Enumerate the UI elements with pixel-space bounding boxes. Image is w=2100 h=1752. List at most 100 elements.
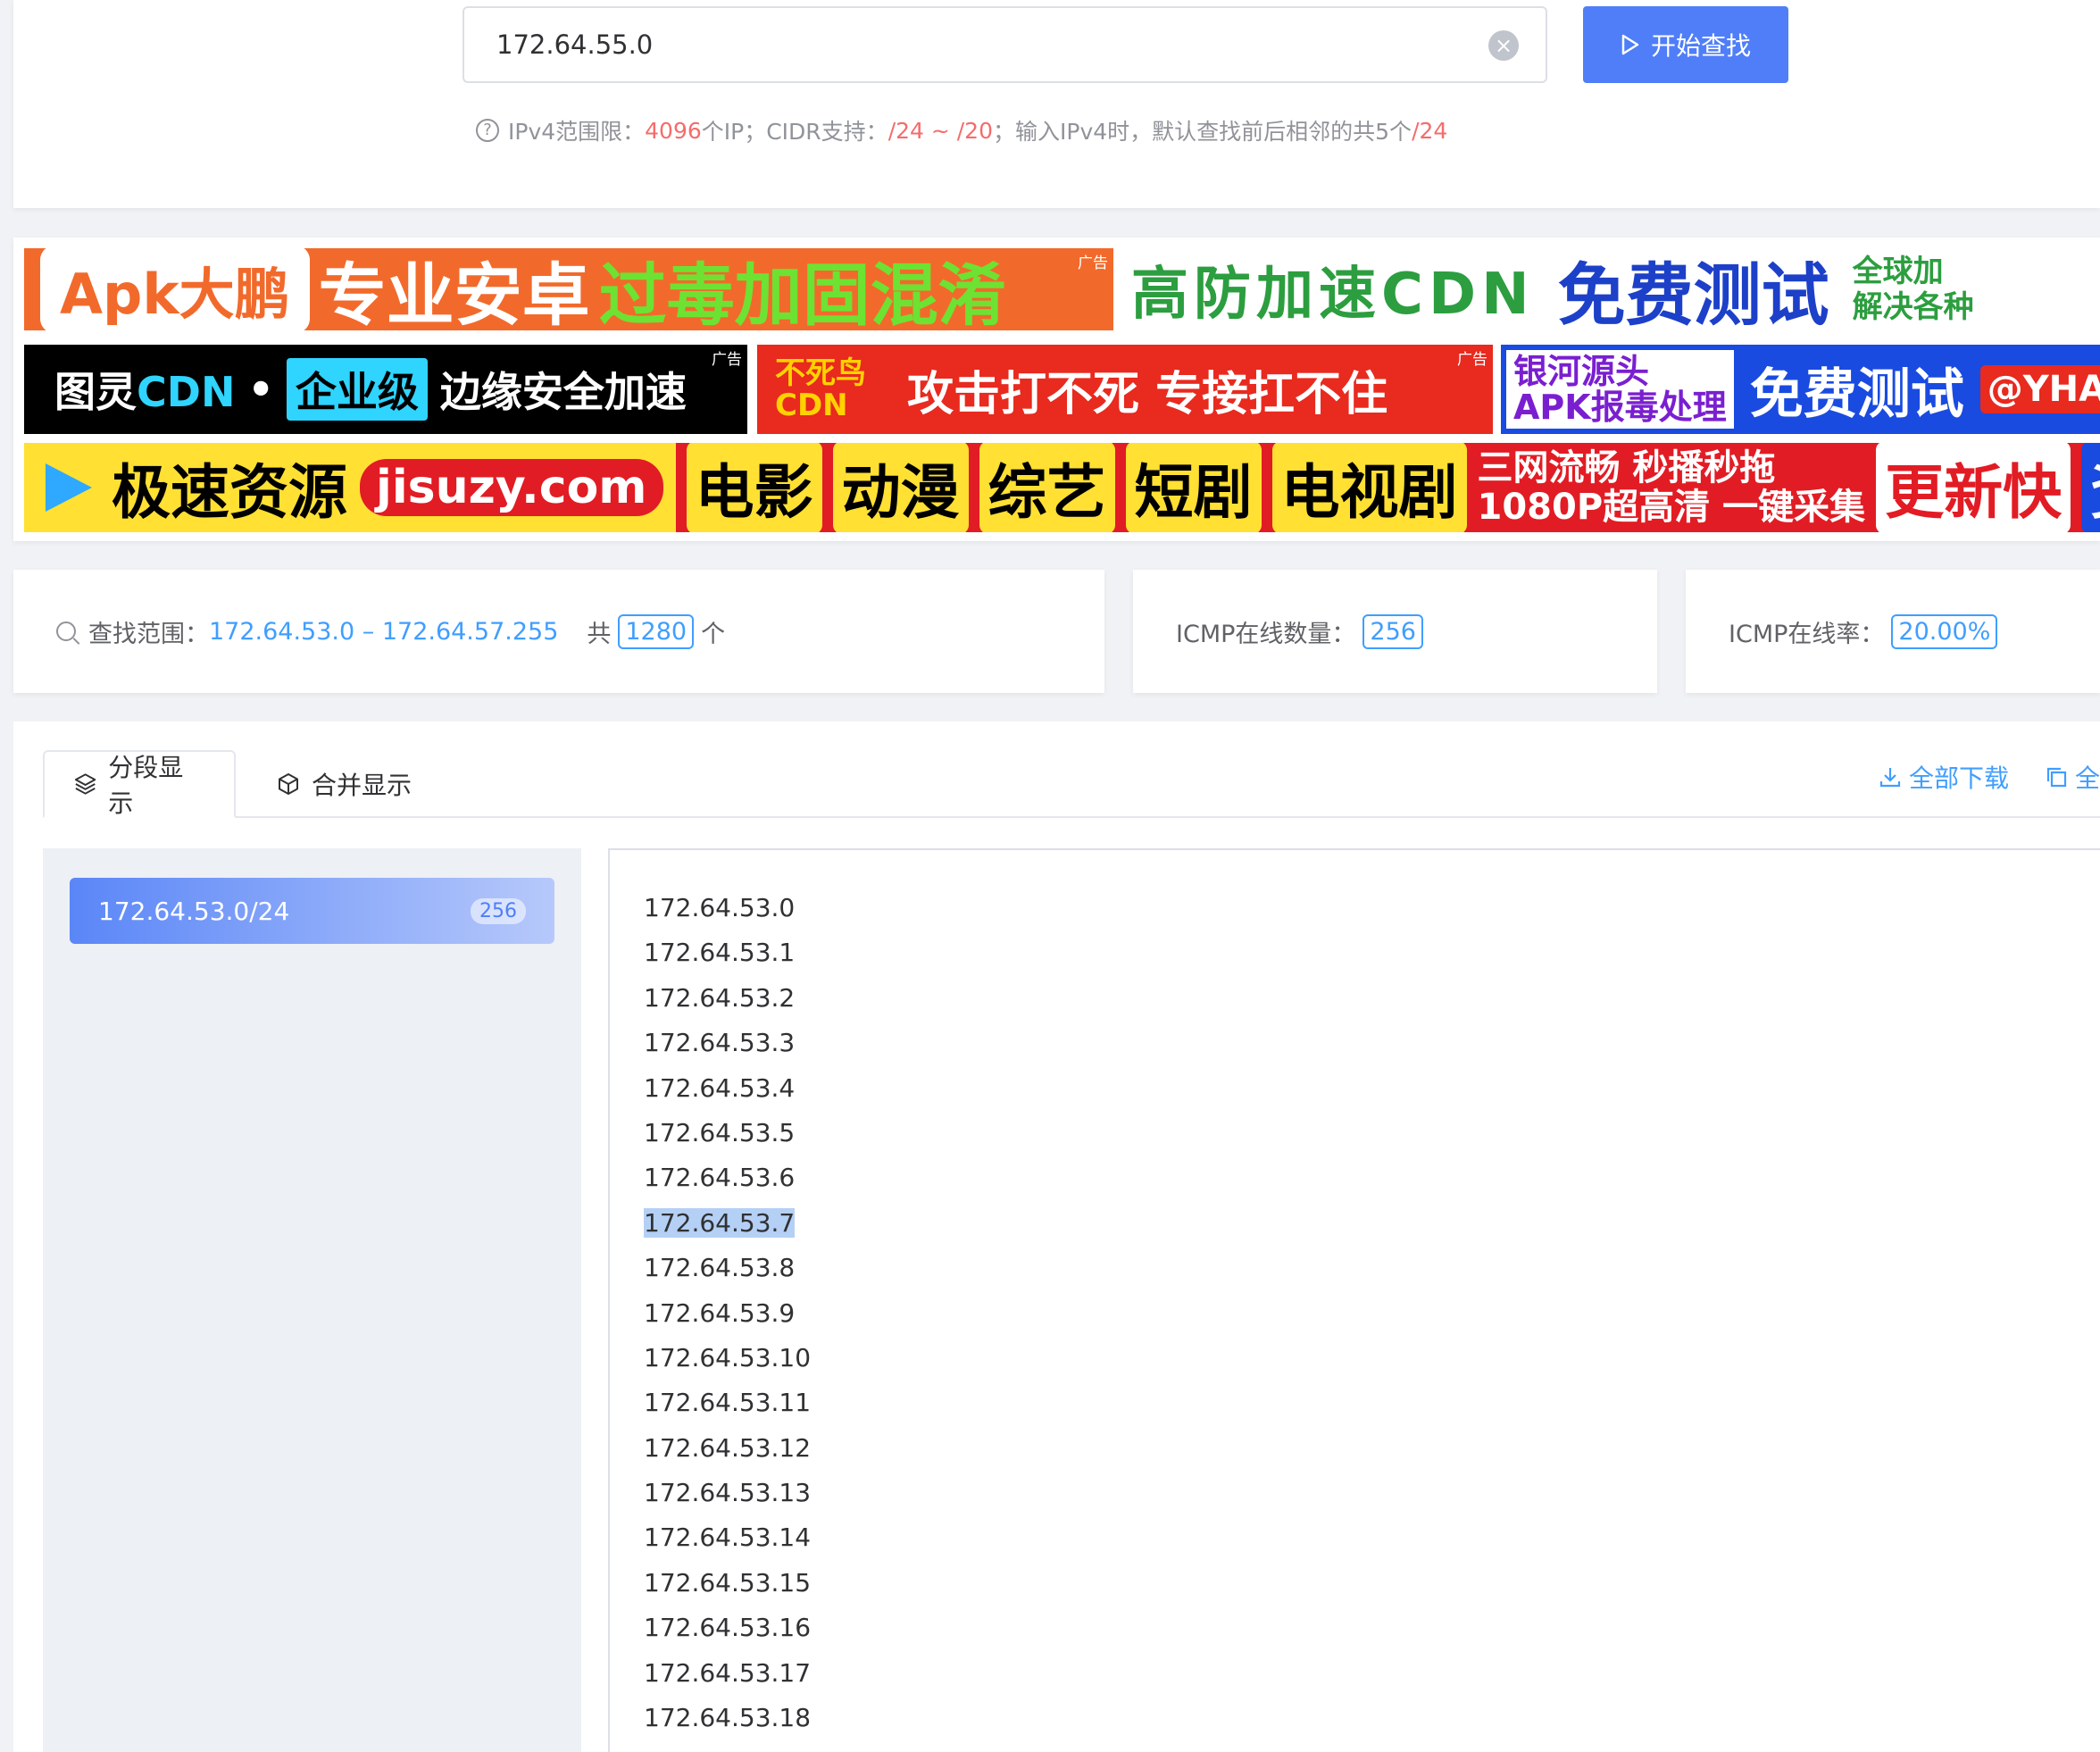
ad6-last: 资 (2081, 443, 2100, 532)
total-suffix: 个 (701, 620, 726, 648)
ad4-logo1: 不死鸟 (775, 355, 866, 391)
ip-address: 172.64.53.15 (644, 1567, 812, 1598)
ad-banner-busiuniao-cdn[interactable]: 不死鸟 CDN 攻击打不死 专接扛不住 广告 (757, 345, 1493, 434)
ip-list-item: 172.64.53.17 (644, 1651, 811, 1696)
ip-address: 172.64.53.6 (644, 1163, 796, 1193)
ad3-text3: 边缘安全加速 (439, 368, 687, 416)
tab-merged-label: 合并显示 (312, 771, 412, 800)
ad3-text1: 图灵CDN (54, 360, 235, 419)
ip-list-item: 172.64.53.15 (644, 1561, 811, 1606)
ad5-logo1: 银河源头 (1513, 352, 1650, 391)
ad4-tag: 广告 (1457, 351, 1488, 369)
ad6-line1: 三网流畅 秒播秒拖 (1477, 447, 1776, 488)
ad6-item-anime: 动漫 (832, 443, 969, 532)
ad-banner-tuling-cdn[interactable]: 图灵CDN • 企业级 边缘安全加速 广告 (24, 345, 747, 434)
ip-address: 172.64.53.19 (644, 1748, 811, 1752)
ip-address: 172.64.53.10 (644, 1342, 812, 1372)
ip-list-item: 172.64.53.16 (644, 1606, 811, 1650)
hint-cidr-range: /24 ~ /20 (888, 117, 993, 144)
ad2-text2: 免费测试 (1557, 255, 1829, 330)
ip-list-item: 172.64.53.19 (644, 1740, 811, 1752)
ip-address: 172.64.53.14 (644, 1523, 812, 1553)
search-card: × 开始查找 ? IPv4范围限： 4096 个IP；CIDR支持： /24 ~… (13, 0, 2100, 208)
layers-icon (74, 773, 96, 795)
search-icon (56, 622, 76, 641)
ip-search-input[interactable] (464, 8, 1546, 81)
ip-address: 172.64.53.7 (644, 1207, 796, 1238)
hint-mid2: ；输入IPv4时，默认查找前后相邻的共5个 (993, 119, 1412, 145)
segment-label: 172.64.53.0/24 (98, 896, 290, 926)
ad2-text3: 全球加 解决各种 (1853, 254, 1974, 325)
ad6-title-block: 极速资源 jisuzy.com (24, 443, 676, 532)
ad-banner-yinhe-apk[interactable]: 银河源头APK报毒处理 免费测试 @YHAP (1501, 345, 2100, 434)
range-label: 查找范围： (88, 620, 209, 648)
search-hint: ? IPv4范围限： 4096 个IP；CIDR支持： /24 ~ /20 ；输… (476, 114, 1447, 146)
close-circle-icon[interactable]: × (1488, 30, 1519, 61)
ip-list-panel[interactable]: 172.64.53.0 172.64.53.1 172.64.53.2 172.64.… (608, 848, 2100, 1752)
total-prefix: 共 (587, 620, 612, 648)
ad6-item-tv: 电视剧 (1271, 443, 1467, 532)
ad5-logo: 银河源头 APK报毒处理 (1506, 350, 1734, 429)
ad1-text1: 专业安卓 (318, 255, 590, 330)
total-count-badge: 1280 (618, 613, 695, 649)
ip-list-item: 172.64.53.10 (644, 1336, 811, 1381)
download-all-button[interactable]: 全部下载 (1879, 759, 2009, 795)
ad1-text2: 过毒加固混淆 (598, 255, 1006, 330)
ip-address: 172.64.53.18 (644, 1703, 812, 1733)
download-icon (1879, 768, 1901, 788)
ip-address: 172.64.53.2 (644, 982, 796, 1013)
icmp-rate-label: ICMP在线率： (1729, 620, 1885, 648)
ip-list-item: 172.64.53.14 (644, 1515, 811, 1560)
ip-address: 172.64.53.11 (644, 1388, 812, 1418)
ip-list-item: 172.64.53.12 (644, 1426, 811, 1471)
tab-segmented-label: 分段显示 (108, 753, 184, 818)
ad-banner-jisuzy[interactable]: 极速资源 jisuzy.com 电影 动漫 综艺 短剧 电视剧 三网流畅 秒播秒… (24, 443, 2100, 532)
ip-address: 172.64.53.8 (644, 1253, 796, 1283)
ad3-tag: 广告 (712, 351, 742, 369)
ad5-text: 免费测试 (1749, 363, 1964, 426)
ad-banner-apk-dapeng[interactable]: Apk大鹏 专业安卓 过毒加固混淆 广告 (24, 248, 1113, 330)
icmp-count-card: ICMP在线数量： 256 (1133, 570, 1657, 693)
segment-list-panel: 172.64.53.0/24 256 (43, 848, 581, 1752)
tab-segmented-view[interactable]: 分段显示 (43, 750, 236, 818)
ip-search-field[interactable]: × (462, 6, 1547, 83)
ip-address: 172.64.53.0 (644, 893, 796, 922)
ip-address: 172.64.53.3 (644, 1028, 796, 1058)
range-stat-card: 查找范围： 172.64.53.0 – 172.64.57.255 共 1280… (13, 570, 1104, 693)
ad4-logo2: CDN (775, 388, 848, 423)
ad2-text3a: 全球加 (1852, 254, 1944, 289)
ip-address: 172.64.53.1 (644, 938, 796, 968)
ip-list: 172.64.53.0 172.64.53.1 172.64.53.2 172.64.… (644, 886, 811, 1752)
hint-suffix: /24 (1412, 117, 1448, 144)
start-search-label: 开始查找 (1650, 31, 1751, 61)
ip-address: 172.64.53.9 (644, 1297, 796, 1328)
ad6-item-variety: 综艺 (979, 443, 1115, 532)
tab-merged-view[interactable]: 合并显示 (247, 750, 440, 818)
ad2-text3b: 解决各种 (1852, 289, 1974, 325)
ad4-text: 攻击打不死 专接扛不住 (907, 367, 1388, 421)
ad4-logo: 不死鸟 CDN (775, 357, 866, 421)
copy-icon (2046, 767, 2067, 788)
ad5-logo2: APK报毒处理 (1513, 388, 1727, 427)
segment-item[interactable]: 172.64.53.0/24 256 (70, 878, 554, 944)
ip-list-item: 172.64.53.4 (644, 1066, 811, 1111)
ip-list-item: 172.64.53.8 (644, 1246, 811, 1290)
ad6-line2: 1080P超高清 一键采集 (1477, 487, 1866, 528)
ip-address: 172.64.53.13 (644, 1478, 812, 1508)
icmp-rate-badge: 20.00% (1891, 613, 1998, 649)
ad1-tag: 广告 (1078, 254, 1108, 272)
range-value: 172.64.53.0 – 172.64.57.255 (209, 617, 559, 646)
ad2-text1: 高防加速CDN (1131, 262, 1535, 328)
ad-banner-cdn-test[interactable]: 高防加速CDN 免费测试 全球加 解决各种 (1131, 248, 2100, 330)
ad6-box: 更新快 (1876, 443, 2071, 532)
ip-address: 172.64.53.16 (644, 1613, 812, 1643)
icmp-rate-card: ICMP在线率： 20.00% (1686, 570, 2100, 693)
start-search-button[interactable]: 开始查找 (1583, 6, 1788, 83)
ad3-dot: • (247, 365, 274, 413)
ad6-title: 极速资源 (112, 458, 347, 527)
ad6-lines: 三网流畅 秒播秒拖 1080P超高清 一键采集 (1478, 448, 1866, 527)
results-toolbar: 全部下载 全 (1879, 759, 2100, 795)
copy-all-button[interactable]: 全 (2045, 759, 2100, 795)
ad1-brand: Apk大鹏 (40, 248, 310, 330)
ip-list-item: 172.64.53.13 (644, 1471, 811, 1515)
